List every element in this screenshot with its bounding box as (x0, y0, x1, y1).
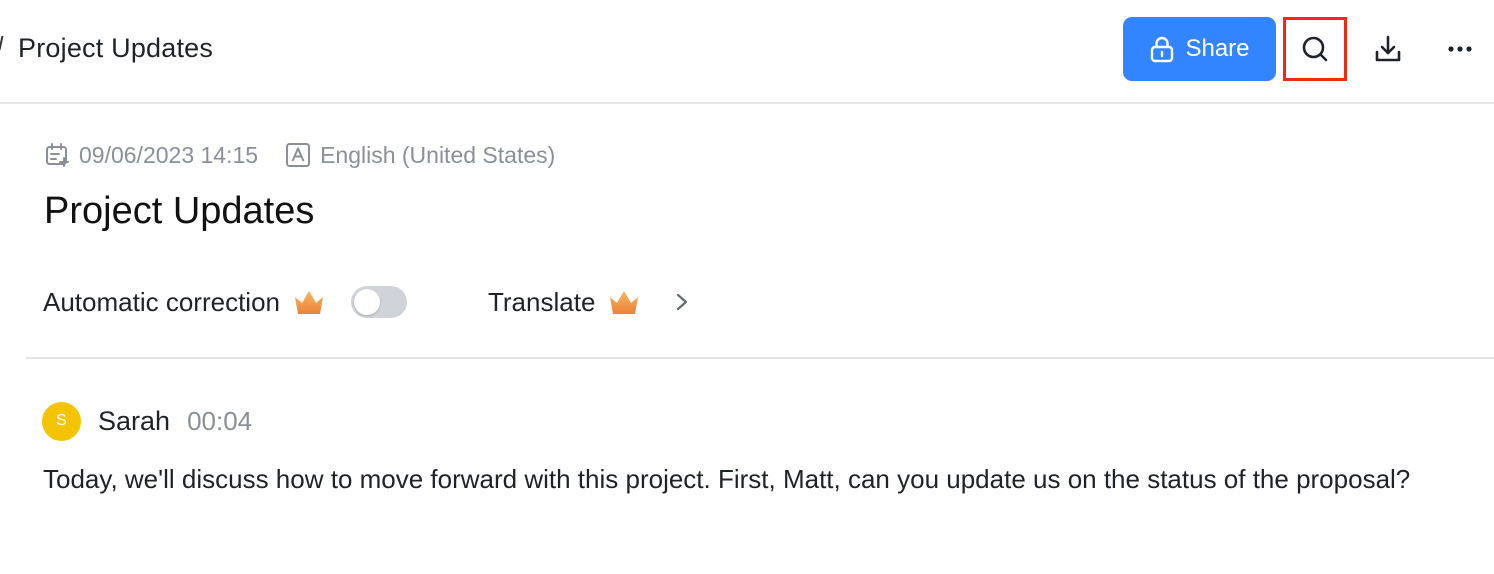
speaker-timestamp[interactable]: 00:04 (187, 406, 252, 437)
toggle-knob (353, 289, 380, 315)
transcript-options: Automatic correction Translate (43, 280, 689, 324)
more-icon (1448, 46, 1472, 52)
lock-icon (1151, 36, 1174, 63)
document-meta: 09/06/2023 14:15 English (United States) (44, 140, 555, 170)
top-bar: Project Updates Share (0, 0, 1494, 104)
share-button[interactable]: Share (1123, 17, 1276, 81)
back-edge-icon[interactable] (0, 36, 6, 50)
transcript-paragraph: Today, we'll discuss how to move forward… (43, 464, 1411, 494)
more-options-button[interactable] (1428, 17, 1492, 81)
speaker-header: S Sarah 00:04 (42, 401, 252, 441)
translate-label: Translate (487, 286, 596, 317)
speaker-name: Sarah (98, 405, 171, 436)
crown-icon (294, 291, 323, 314)
chevron-right-icon (677, 293, 688, 311)
calendar-icon (46, 143, 69, 167)
document-language: English (United States) (320, 141, 556, 168)
page-title: Project Updates (44, 190, 315, 232)
share-label: Share (1185, 35, 1250, 62)
language-indicator: English (United States) (285, 142, 555, 169)
header-title: Project Updates (18, 33, 214, 63)
auto-correction-toggle[interactable] (350, 286, 407, 318)
section-divider (26, 357, 1494, 359)
search-button[interactable] (1283, 17, 1347, 81)
download-icon (1375, 35, 1401, 62)
crown-icon (610, 291, 639, 314)
document-datetime: 09/06/2023 14:15 (79, 141, 259, 168)
search-icon (1302, 36, 1328, 62)
language-icon (286, 143, 311, 167)
download-button[interactable] (1356, 17, 1420, 81)
translate-option[interactable]: Translate (488, 287, 689, 318)
auto-correction-label: Automatic correction (43, 286, 280, 317)
avatar[interactable]: S (42, 401, 81, 441)
